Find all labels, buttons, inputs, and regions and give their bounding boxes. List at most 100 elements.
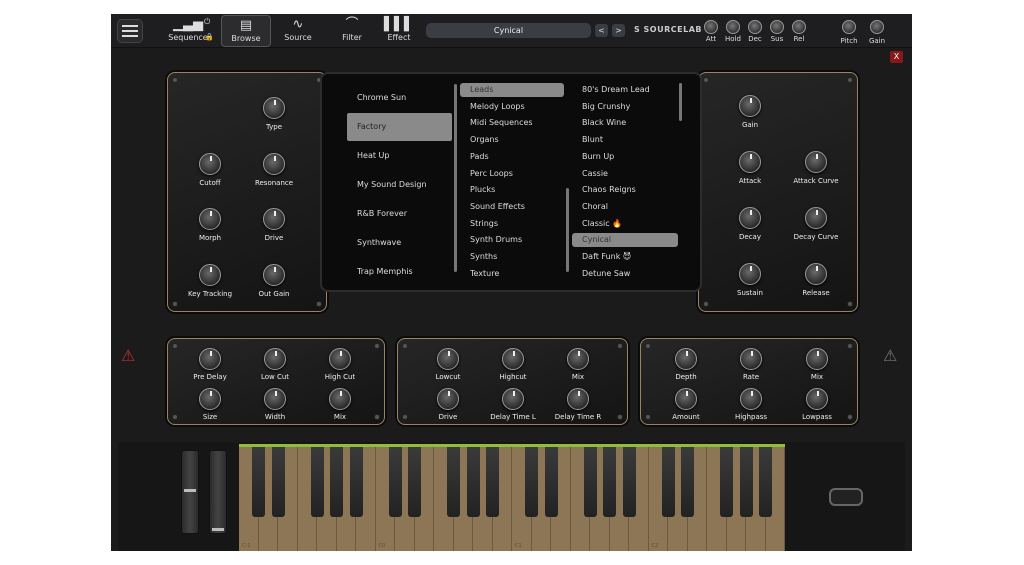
delay-time-r-knob[interactable] xyxy=(567,388,589,410)
tab-effect[interactable]: ▌▌▌ Effect xyxy=(374,15,424,47)
category-item[interactable]: Plucks xyxy=(460,183,564,197)
low-cut-knob[interactable] xyxy=(264,348,286,370)
tab-source[interactable]: ∿ Source xyxy=(273,15,323,47)
black-key[interactable] xyxy=(681,447,694,517)
category-item[interactable]: Pads xyxy=(460,150,564,164)
black-key[interactable] xyxy=(271,447,285,517)
tab-browse[interactable]: ▤ Browse xyxy=(221,15,271,47)
width-knob[interactable] xyxy=(264,388,286,410)
pitch-wheel[interactable] xyxy=(181,450,199,534)
black-key[interactable] xyxy=(408,447,421,517)
close-button[interactable]: X xyxy=(890,51,903,63)
bank-item[interactable]: Chrome Sun xyxy=(347,84,452,112)
preset-item[interactable]: Cynical xyxy=(572,233,678,248)
black-key[interactable] xyxy=(330,447,343,517)
category-item[interactable]: Leads xyxy=(460,83,564,97)
next-preset-button[interactable]: > xyxy=(612,24,625,37)
decay-curve-knob[interactable] xyxy=(805,207,827,229)
mix-knob[interactable] xyxy=(567,348,589,370)
category-item[interactable]: Sound Effects xyxy=(460,200,564,214)
type-knob[interactable] xyxy=(263,97,285,119)
highcut-knob[interactable] xyxy=(502,348,524,370)
black-key[interactable] xyxy=(739,447,753,517)
power-icon[interactable]: ⏻ xyxy=(204,17,210,27)
attack-knob[interactable] xyxy=(739,151,761,173)
att-knob[interactable] xyxy=(704,20,718,34)
preset-item[interactable]: Cassie xyxy=(572,167,678,181)
decay-knob[interactable] xyxy=(739,207,761,229)
rel-knob[interactable] xyxy=(792,20,806,34)
category-scrollbar[interactable] xyxy=(566,188,569,272)
menu-button[interactable] xyxy=(117,19,143,43)
category-item[interactable]: Strings xyxy=(460,217,564,231)
morph-knob[interactable] xyxy=(199,208,221,230)
bank-item[interactable]: Factory xyxy=(347,113,452,141)
gain-knob[interactable] xyxy=(870,20,884,34)
bank-scrollbar[interactable] xyxy=(454,84,457,272)
sustain-knob[interactable] xyxy=(739,263,761,285)
black-key[interactable] xyxy=(388,447,402,517)
drive-knob[interactable] xyxy=(263,208,285,230)
gain-knob[interactable] xyxy=(739,95,761,117)
category-item[interactable]: Midi Sequences xyxy=(460,116,564,130)
black-key[interactable] xyxy=(759,447,772,517)
mix-knob[interactable] xyxy=(806,348,828,370)
black-key[interactable] xyxy=(349,447,363,517)
pre-delay-knob[interactable] xyxy=(199,348,221,370)
lowcut-knob[interactable] xyxy=(437,348,459,370)
preset-item[interactable]: Choral xyxy=(572,200,678,214)
preset-item[interactable]: Chaos Reigns xyxy=(572,183,678,197)
black-key[interactable] xyxy=(583,447,597,517)
category-item[interactable]: Synth Drums xyxy=(460,233,564,247)
preset-item[interactable]: Daft Funk 😈 xyxy=(572,250,678,264)
black-key[interactable] xyxy=(447,447,460,517)
black-key[interactable] xyxy=(622,447,636,517)
attack-curve-knob[interactable] xyxy=(805,151,827,173)
category-item[interactable]: Organs xyxy=(460,133,564,147)
depth-knob[interactable] xyxy=(675,348,697,370)
prev-preset-button[interactable]: < xyxy=(595,24,608,37)
preset-item[interactable]: Burn Up xyxy=(572,150,678,164)
bank-item[interactable]: Synthwave xyxy=(347,229,452,257)
amount-knob[interactable] xyxy=(675,388,697,410)
preset-item[interactable]: 80's Dream Lead xyxy=(572,83,678,97)
black-key[interactable] xyxy=(486,447,499,517)
resonance-knob[interactable] xyxy=(263,153,285,175)
high-cut-knob[interactable] xyxy=(329,348,351,370)
delay-time-l-knob[interactable] xyxy=(502,388,524,410)
bank-item[interactable]: R&B Forever xyxy=(347,200,452,228)
piano-keyboard[interactable]: C-1 C0 C1 C2 xyxy=(239,444,785,551)
size-knob[interactable] xyxy=(199,388,221,410)
key-tracking-knob[interactable] xyxy=(199,264,221,286)
mod-wheel[interactable] xyxy=(209,450,227,534)
hold-knob[interactable] xyxy=(726,20,740,34)
preset-item[interactable]: Black Wine xyxy=(572,116,678,130)
black-key[interactable] xyxy=(310,447,324,517)
bank-item[interactable]: Trap Memphis xyxy=(347,258,452,286)
bank-item[interactable]: Heat Up xyxy=(347,142,452,170)
preset-item[interactable]: Blunt xyxy=(572,133,678,147)
category-item[interactable]: Texture xyxy=(460,267,564,281)
preset-item[interactable]: Classic 🔥 xyxy=(572,217,678,231)
cutoff-knob[interactable] xyxy=(199,153,221,175)
category-item[interactable]: Perc Loops xyxy=(460,167,564,181)
black-key[interactable] xyxy=(544,447,558,517)
preset-item[interactable]: Detune Saw xyxy=(572,267,678,281)
highpass-knob[interactable] xyxy=(740,388,762,410)
drive-knob[interactable] xyxy=(437,388,459,410)
category-item[interactable]: Synths xyxy=(460,250,564,264)
lock-icon[interactable]: 🔒 xyxy=(205,33,214,41)
black-key[interactable] xyxy=(720,447,733,517)
lowpass-knob[interactable] xyxy=(806,388,828,410)
black-key[interactable] xyxy=(252,447,265,517)
black-key[interactable] xyxy=(603,447,616,517)
preset-scrollbar[interactable] xyxy=(679,83,682,121)
black-key[interactable] xyxy=(525,447,538,517)
out-gain-knob[interactable] xyxy=(263,264,285,286)
rate-knob[interactable] xyxy=(740,348,762,370)
dec-knob[interactable] xyxy=(748,20,762,34)
black-key[interactable] xyxy=(661,447,675,517)
category-item[interactable]: Melody Loops xyxy=(460,100,564,114)
preset-name-display[interactable]: Cynical xyxy=(426,23,591,38)
mix-knob[interactable] xyxy=(329,388,351,410)
